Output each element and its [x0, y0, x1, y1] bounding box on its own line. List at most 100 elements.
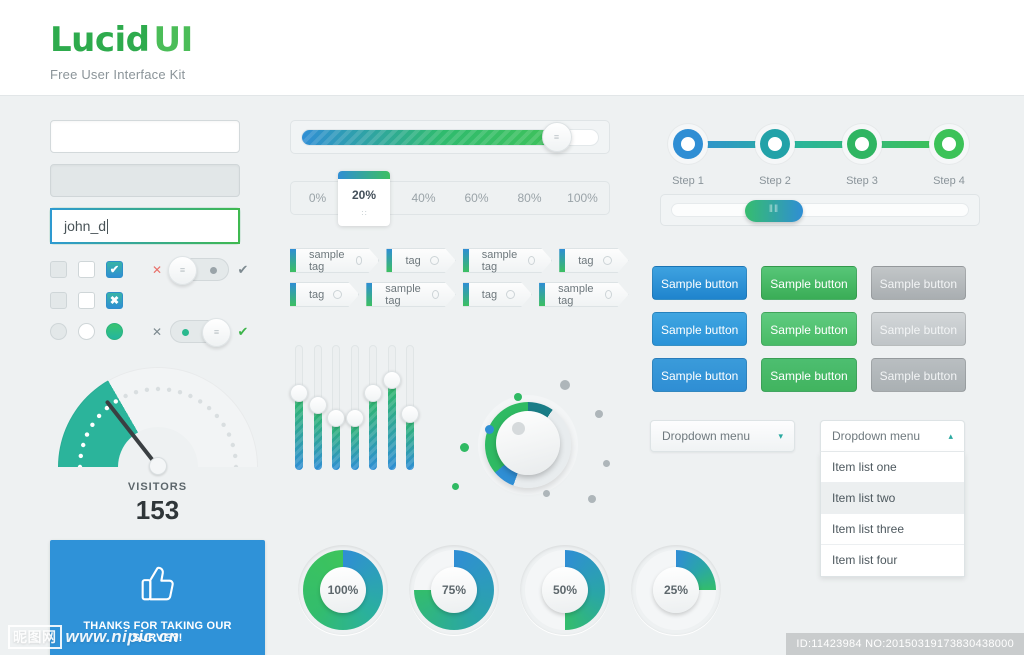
- step-node-1[interactable]: Step 1: [668, 124, 708, 187]
- percent-tab-4[interactable]: 80%: [503, 182, 556, 214]
- vertical-slider-fill: [369, 392, 378, 470]
- vertical-slider-knob[interactable]: [308, 396, 327, 414]
- sample-button-blue-2[interactable]: Sample button: [652, 312, 748, 346]
- vertical-slider-6[interactable]: [382, 345, 401, 470]
- progress-knob[interactable]: ≡: [541, 122, 572, 152]
- step-progress: Step 1 Step 2 Step 3 Step 4: [660, 120, 969, 187]
- tag-label: tag: [405, 254, 421, 267]
- toggle-off[interactable]: ≡: [168, 256, 229, 285]
- sample-button-gray-3[interactable]: Sample button: [870, 358, 966, 392]
- knob-ring[interactable]: [485, 402, 571, 488]
- sample-button-green-3[interactable]: Sample button: [761, 358, 857, 392]
- tag-item[interactable]: sample tag: [366, 282, 455, 307]
- progress-slider[interactable]: ≡: [290, 120, 610, 154]
- knob-indicator-dot: [512, 422, 525, 435]
- sample-button-blue-1[interactable]: Sample button: [652, 266, 748, 300]
- vertical-slider-knob[interactable]: [401, 404, 420, 423]
- sample-button-gray-1[interactable]: Sample button: [870, 266, 966, 300]
- step-label-1: Step 1: [672, 175, 704, 187]
- vertical-slider-knob[interactable]: [327, 408, 346, 427]
- dropdown-item-1[interactable]: Item list one: [821, 452, 964, 483]
- tag-item[interactable]: tag: [290, 282, 359, 307]
- percent-tab-3[interactable]: 60%: [450, 182, 503, 214]
- tag-accent-bar: [539, 283, 545, 306]
- tag-row: sample tag tag sample tag tag: [290, 248, 620, 273]
- tag-remove-icon[interactable]: [430, 256, 439, 265]
- check-icon-muted: ✔: [237, 261, 249, 277]
- percent-tab-0[interactable]: 0%: [291, 182, 344, 214]
- knob-cap[interactable]: [496, 411, 560, 475]
- checkbox-unchecked[interactable]: [78, 261, 95, 278]
- dropdown-closed-head[interactable]: Dropdown menu ▾: [650, 420, 795, 452]
- donut-chart-25: 25%: [631, 545, 721, 635]
- toggle-off-dot: [210, 267, 217, 274]
- tag-remove-icon[interactable]: [528, 256, 535, 265]
- dropdown-closed[interactable]: Dropdown menu ▾: [650, 420, 795, 452]
- tag-remove-icon[interactable]: [605, 290, 612, 299]
- range-slider-secondary[interactable]: ‖‖: [660, 194, 980, 226]
- radio-selected[interactable]: [106, 323, 123, 340]
- step-node-3[interactable]: Step 3: [842, 124, 882, 187]
- text-input-empty[interactable]: [50, 120, 240, 153]
- vertical-slider-knob[interactable]: [364, 383, 383, 402]
- tag-accent-bar: [290, 249, 296, 272]
- vertical-slider-5[interactable]: [364, 345, 383, 470]
- range-slider-thumb[interactable]: ‖‖: [745, 200, 803, 222]
- tag-item[interactable]: sample tag: [290, 248, 379, 273]
- tag-remove-icon[interactable]: [506, 290, 515, 299]
- radio-unselected[interactable]: [78, 323, 95, 340]
- sample-button-green-1[interactable]: Sample button: [761, 266, 857, 300]
- checkbox-checked[interactable]: ✔: [106, 261, 123, 278]
- checkbox-crossed[interactable]: ✖: [106, 292, 123, 309]
- step-node-2[interactable]: Step 2: [755, 124, 795, 187]
- chevron-down-icon: ▾: [778, 430, 783, 441]
- dropdown-open-head[interactable]: Dropdown menu ▴: [820, 420, 965, 452]
- percent-tab-active[interactable]: 20% ∷: [338, 171, 390, 226]
- toggle-on-knob[interactable]: ≡: [202, 318, 231, 347]
- step-node-4[interactable]: Step 4: [929, 124, 969, 187]
- tag-remove-icon[interactable]: [333, 290, 342, 299]
- checkbox-disabled-2[interactable]: [50, 292, 67, 309]
- tag-remove-icon[interactable]: [356, 256, 363, 265]
- vertical-slider-7[interactable]: [401, 345, 420, 471]
- percent-tab-5[interactable]: 100%: [556, 182, 609, 214]
- tag-item[interactable]: tag: [386, 248, 455, 273]
- vertical-slider-knob[interactable]: [345, 408, 364, 427]
- dropdown-open[interactable]: Dropdown menu ▴ Item list one Item list …: [820, 420, 965, 577]
- tag-item[interactable]: sample tag: [463, 248, 552, 273]
- checkbox-disabled[interactable]: [50, 261, 67, 278]
- vertical-slider-4[interactable]: [345, 345, 364, 470]
- vertical-slider-2[interactable]: [308, 345, 327, 470]
- step-label-2: Step 2: [759, 175, 791, 187]
- checkbox-unchecked-2[interactable]: [78, 292, 95, 309]
- vertical-slider-fill: [295, 392, 303, 470]
- dropdown-item-3[interactable]: Item list three: [821, 514, 964, 545]
- vertical-slider-1[interactable]: [290, 345, 308, 470]
- tag-item[interactable]: sample tag: [539, 282, 628, 307]
- vertical-slider-3[interactable]: [327, 345, 346, 470]
- percent-tab-grip: ∷: [361, 209, 367, 218]
- vertical-slider-knob[interactable]: [382, 371, 401, 389]
- rotary-knob-widget: [440, 375, 615, 510]
- toggle-off-knob[interactable]: ≡: [168, 256, 197, 285]
- radio-disabled[interactable]: [50, 323, 67, 340]
- knob-decor-dot-9: [588, 495, 596, 503]
- vertical-slider-knob[interactable]: [290, 383, 308, 402]
- dropdown-item-4[interactable]: Item list four: [821, 545, 964, 576]
- sample-button-green-2[interactable]: Sample button: [761, 312, 857, 346]
- text-input-active[interactable]: john_d: [50, 208, 240, 244]
- tag-remove-icon[interactable]: [603, 256, 612, 265]
- sample-button-gray-2[interactable]: Sample button: [870, 312, 966, 346]
- visitors-gauge-widget: VISITORS 153: [50, 367, 265, 526]
- tag-remove-icon[interactable]: [432, 290, 439, 299]
- donut-chart-75: 75%: [409, 545, 499, 635]
- checkbox-radio-group: ✔ ✕ ≡ ✔ ✖ ✕ ≡ ✔: [50, 256, 265, 347]
- button-grid: Sample button Sample button Sample butto…: [652, 266, 980, 392]
- sample-button-blue-3[interactable]: Sample button: [652, 358, 748, 392]
- step-label-4: Step 4: [933, 175, 965, 187]
- tag-item[interactable]: tag: [559, 248, 628, 273]
- toggle-on[interactable]: ≡: [170, 318, 231, 347]
- tag-item[interactable]: tag: [463, 282, 532, 307]
- dropdown-item-2[interactable]: Item list two: [821, 483, 964, 514]
- percent-tab-2[interactable]: 40%: [397, 182, 450, 214]
